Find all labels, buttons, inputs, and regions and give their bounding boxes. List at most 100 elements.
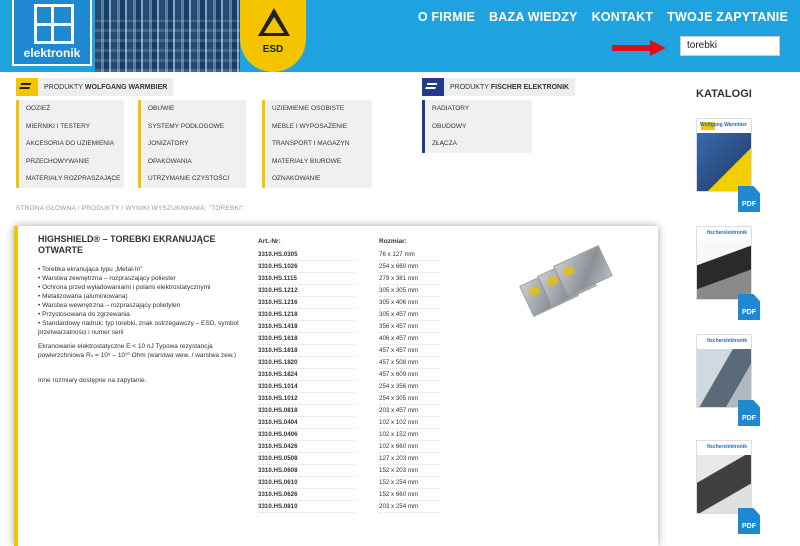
fischer-heading-brand: FISCHER ELEKTRONIK [490, 83, 570, 91]
menu-item-utrzymanie-czystosci[interactable]: UTRZYMANIE CZYSTOŚCI [141, 170, 246, 188]
red-arrow-icon [612, 40, 666, 56]
catalog-brand-label: fischerelektronik [706, 338, 747, 344]
menu-item-materialy-rozpraszajace[interactable]: MATERIAŁY ROZPRASZAJĄCE [19, 170, 124, 188]
lafot-logo[interactable]: elektronik [12, 0, 92, 66]
pdf-icon[interactable]: PDF [736, 508, 762, 538]
menu-item-transport[interactable]: TRANSPORT I MAGAZYN [265, 135, 372, 153]
catalog-cover-fischer-2[interactable]: fischerelektronik [696, 334, 752, 408]
menu-item-systemy-podlogowe[interactable]: SYSTEMY PODŁOGOWE [141, 118, 246, 136]
menu-item-radiatory[interactable]: RADIATORY [425, 100, 532, 118]
article-number-cell: 3310.HS.1418 [258, 321, 356, 333]
esd-warning-icon-inner [264, 17, 284, 33]
column-header-size: Rozmiar: [379, 238, 407, 245]
menu-item-jonizatory[interactable]: JONIZATORY [141, 135, 246, 153]
fischer-logo-icon [422, 78, 444, 96]
article-number-cell: 3310.HS.0608 [258, 465, 356, 477]
menu-item-obudowy[interactable]: OBUDOWY [425, 118, 532, 136]
feature-item: • Ochrona przed wyładowaniami i polami e… [38, 284, 211, 291]
nav-baza-wiedzy[interactable]: BAZA WIEDZY [489, 10, 578, 24]
size-cell: 457 x 457 mm [379, 345, 439, 357]
warmbier-heading[interactable]: PRODUKTY WOLFGANG WARMBIER [16, 78, 174, 96]
article-number-cell: 3310.HS.0305 [258, 249, 356, 261]
warmbier-heading-prefix: PRODUKTY [44, 83, 83, 91]
article-number-cell: 3310.HS.1014 [258, 381, 356, 393]
pdf-label: PDF [742, 523, 756, 530]
menu-item-mierniki[interactable]: MIERNIKI I TESTERY [19, 118, 124, 136]
catalog-brand-label: fischerelektronik [706, 230, 747, 236]
main-nav: O FIRMIE BAZA WIEDZY KONTAKT TWOJE ZAPYT… [418, 10, 788, 24]
menu-item-zlacza[interactable]: ZŁĄCZA [425, 135, 532, 153]
size-cell: 254 x 356 mm [379, 381, 439, 393]
feature-item: • Metalizowana (aluminiowana) [38, 293, 128, 300]
product-image[interactable] [514, 245, 614, 332]
size-cell: 152 x 660 mm [379, 489, 439, 501]
pdf-icon[interactable]: PDF [736, 294, 762, 324]
article-number-cell: 3310.HS.0810 [258, 501, 356, 513]
article-number-cell: 3310.HS.1218 [258, 309, 356, 321]
size-cell: 203 x 254 mm [379, 501, 439, 513]
size-cell: 279 x 381 mm [379, 273, 439, 285]
size-cell: 203 x 457 mm [379, 405, 439, 417]
feature-item: • Warstwa zewnętrzna – rozpraszający pol… [38, 275, 176, 282]
size-cell: 457 x 508 mm [379, 357, 439, 369]
fischer-col: RADIATORY OBUDOWY ZŁĄCZA [422, 100, 532, 153]
site-header: elektronik ESD O FIRMIE BAZA WIEDZY KONT… [0, 0, 800, 72]
article-number-cell: 3310.HS.0508 [258, 453, 356, 465]
size-cell: 254 x 305 mm [379, 393, 439, 405]
nav-kontakt[interactable]: KONTAKT [592, 10, 654, 24]
catalog-cover-fischer-3[interactable]: fischerelektronik [696, 440, 752, 514]
search-input[interactable]: torebki [680, 36, 780, 56]
catalog-cover-fischer-1[interactable]: fischerelektronik [696, 226, 752, 300]
menu-item-odziez[interactable]: OOZIEŻ [19, 100, 124, 118]
size-cell: 457 x 609 mm [379, 369, 439, 381]
size-cell: 254 x 660 mm [379, 261, 439, 273]
menu-item-przechowywanie[interactable]: PRZECHOWYWANIE [19, 153, 124, 171]
warmbier-col-3: UZIEMIENIE OSOBISTE MEBLE I WYPOSAŻENIE … [262, 100, 372, 188]
sizes-column: 76 x 127 mm 254 x 660 mm 279 x 381 mm 305 x… [379, 249, 439, 513]
feature-item: • Standardowy nadruk: typ torebki, znak … [38, 320, 239, 336]
warmbier-col-1: OOZIEŻ MIERNIKI I TESTERY AKCESORIA DO U… [16, 100, 124, 188]
article-number-cell: 3310.HS.1820 [258, 357, 356, 369]
catalog-brand-label: Wolfgang Warmbier [700, 122, 747, 128]
menu-item-obuwie[interactable]: OBUWIE [141, 100, 246, 118]
product-title[interactable]: HIGHSHIELD® – TOREBKI EKRANUJĄCE OTWARTE [38, 234, 238, 256]
menu-item-materialy-biurowe[interactable]: MATERIAŁY BIUROWE [265, 153, 372, 171]
size-cell: 102 x 660 mm [379, 441, 439, 453]
warmbier-col-2: OBUWIE SYSTEMY PODŁOGOWE JONIZATORY OPAK… [138, 100, 246, 188]
nav-o-firmie[interactable]: O FIRMIE [418, 10, 475, 24]
article-number-cell: 3310.HS.1115 [258, 273, 356, 285]
article-number-cell: 3310.HS.0610 [258, 477, 356, 489]
menu-item-oznakowanie[interactable]: OZNAKOWANIE [265, 170, 372, 188]
menu-item-meble[interactable]: MEBLE I WYPOSAŻENIE [265, 118, 372, 136]
article-number-cell: 3310.HS.0626 [258, 489, 356, 501]
size-cell: 406 x 457 mm [379, 333, 439, 345]
catalog-brand-label: fischerelektronik [706, 444, 747, 450]
pdf-label: PDF [742, 201, 756, 208]
pdf-icon[interactable]: PDF [736, 400, 762, 430]
product-spec-note: Ekranowanie elektrostatyczne E < 10 nJ T… [38, 343, 237, 359]
menu-item-opakowania[interactable]: OPAKOWANIA [141, 153, 246, 171]
article-number-cell: 3310.HS.1026 [258, 261, 356, 273]
column-header-art: Art.-Nr: [258, 238, 281, 245]
article-number-cell: 3310.HS.1212 [258, 285, 356, 297]
catalog-cover-warmbier[interactable]: Wolfgang Warmbier [696, 118, 752, 192]
product-features: • Torebka ekranująca typu „Metal-In” • W… [38, 265, 248, 337]
katalogi-title: KATALOGI [696, 88, 752, 100]
breadcrumb[interactable]: STRONA GŁÓWNA / PRODUKTY / WYNIKI WYSZUK… [16, 205, 244, 212]
fischer-heading[interactable]: PRODUKTY FISCHER ELEKTRONIK [422, 78, 576, 96]
feature-item: • Warstwa wewnętrzna – rozpraszający pol… [38, 302, 181, 309]
article-number-cell: 3310.HS.0818 [258, 405, 356, 417]
nav-twoje-zapytanie[interactable]: TWOJE ZAPYTANIE [667, 10, 788, 24]
esd-label: ESD [262, 44, 284, 55]
feature-item: • Przystosowana do zgrzewania [38, 311, 130, 318]
size-cell: 127 x 203 mm [379, 453, 439, 465]
article-number-cell: 3310.HS.1012 [258, 393, 356, 405]
menu-item-akcesoria[interactable]: AKCESORIA DO UZIEMIENIA [19, 135, 124, 153]
menu-item-uziemienie-osobiste[interactable]: UZIEMIENIE OSOBISTE [265, 100, 372, 118]
article-number-cell: 3310.HS.1818 [258, 345, 356, 357]
article-numbers-column: 3310.HS.0305 3310.HS.1026 3310.HS.1115 3310… [258, 249, 356, 513]
size-cell: 356 x 457 mm [379, 321, 439, 333]
pdf-icon[interactable]: PDF [736, 186, 762, 216]
article-number-cell: 3310.HS.1824 [258, 369, 356, 381]
product-result-card: HIGHSHIELD® – TOREBKI EKRANUJĄCE OTWARTE… [14, 226, 658, 546]
